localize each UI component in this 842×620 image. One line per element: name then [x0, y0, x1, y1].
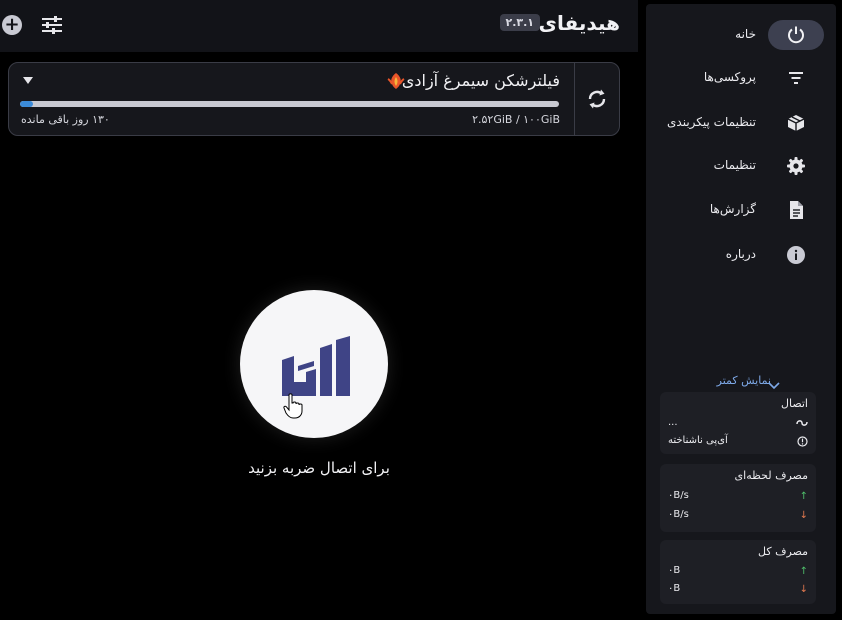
total-download-row: ↓ ۰B — [660, 582, 816, 598]
connection-title: اتصال — [780, 397, 808, 410]
hiddify-logo-icon — [282, 336, 350, 396]
sidebar-item-config-settings[interactable]: تنظیمات پیکربندی — [646, 108, 836, 140]
refresh-icon — [588, 89, 606, 109]
version-badge: ۲.۳.۱ — [499, 14, 540, 31]
sidebar-item-proxies[interactable]: پروکسی‌ها — [646, 63, 836, 95]
sidebar-item-settings[interactable]: تنظیمات — [646, 151, 836, 183]
alert-icon — [797, 436, 808, 450]
download-arrow-icon: ↓ — [799, 584, 808, 595]
download-speed: ۰B/s — [668, 509, 689, 520]
sidebar-item-about[interactable]: درباره — [646, 240, 836, 272]
upload-speed-row: ↑ ۰B/s — [660, 489, 816, 505]
connect-hint: برای اتصال ضربه بزنید — [248, 459, 390, 477]
usage-progress-fill — [20, 101, 34, 107]
connection-status-row: ... — [660, 416, 816, 432]
sidebar-item-label: پروکسی‌ها — [703, 70, 756, 84]
speed-title: مصرف لحظه‌ای — [734, 469, 808, 482]
upload-arrow-icon: ↑ — [799, 566, 808, 577]
sidebar-item-label: تنظیمات — [713, 158, 756, 172]
upload-arrow-icon: ↑ — [799, 491, 808, 502]
total-download: ۰B — [668, 583, 681, 594]
speed-stats-box: مصرف لحظه‌ای ↑ ۰B/s ↓ ۰B/s — [660, 464, 816, 532]
document-icon — [790, 201, 803, 219]
hand-cursor-icon — [283, 393, 303, 423]
power-icon — [788, 26, 804, 44]
filter-icon — [789, 72, 803, 84]
days-remaining: ۱۳۰ روز باقی مانده — [21, 113, 110, 126]
usage-text: ۲.۵۲GiB / ۱۰۰GiB — [472, 113, 560, 126]
link-icon — [796, 418, 808, 431]
profile-dropdown-icon[interactable] — [23, 77, 33, 84]
sidebar-item-home[interactable]: خانه — [646, 20, 836, 52]
ip-address: آی‌پی ناشناخته — [668, 435, 728, 446]
refresh-button[interactable] — [574, 63, 619, 135]
sidebar-item-logs[interactable]: گزارش‌ها — [646, 195, 836, 227]
top-bar: + ۲.۳.۱ هیدیفای — [0, 0, 638, 52]
total-upload-row: ↑ ۰B — [660, 564, 816, 580]
ip-row: آی‌پی ناشناخته — [660, 434, 816, 450]
usage-progress-bar — [20, 101, 559, 107]
sidebar-item-label: درباره — [725, 247, 756, 261]
show-less-toggle[interactable]: نمایش کمتر — [717, 374, 771, 387]
download-speed-row: ↓ ۰B/s — [660, 508, 816, 524]
info-icon — [787, 246, 805, 264]
connection-stats-box: اتصال ... آی‌پی ناشناخته — [660, 392, 816, 454]
total-title: مصرف کل — [758, 545, 808, 558]
add-profile-button[interactable]: + — [2, 15, 22, 35]
package-icon — [787, 115, 805, 131]
profile-card[interactable]: فیلترشکن سیمرغ آزادی ۱۳۰ روز باقی مانده … — [8, 62, 620, 136]
sidebar-item-label: تنظیمات پیکربندی — [667, 115, 756, 129]
gear-icon — [787, 157, 805, 175]
app-title: هیدیفای — [538, 11, 620, 35]
total-usage-box: مصرف کل ↑ ۰B ↓ ۰B — [660, 540, 816, 604]
connection-status: ... — [668, 417, 678, 428]
upload-speed: ۰B/s — [668, 490, 689, 501]
download-arrow-icon: ↓ — [799, 510, 808, 521]
sidebar: خانه پروکسی‌ها تنظیمات پیکربندی — [646, 4, 836, 614]
profile-name: فیلترشکن سیمرغ آزادی — [401, 71, 560, 90]
sidebar-item-label: خانه — [735, 27, 756, 41]
total-upload: ۰B — [668, 565, 681, 576]
quick-settings-icon[interactable] — [40, 13, 64, 37]
connect-button[interactable] — [240, 290, 388, 438]
sidebar-item-label: گزارش‌ها — [709, 202, 756, 216]
